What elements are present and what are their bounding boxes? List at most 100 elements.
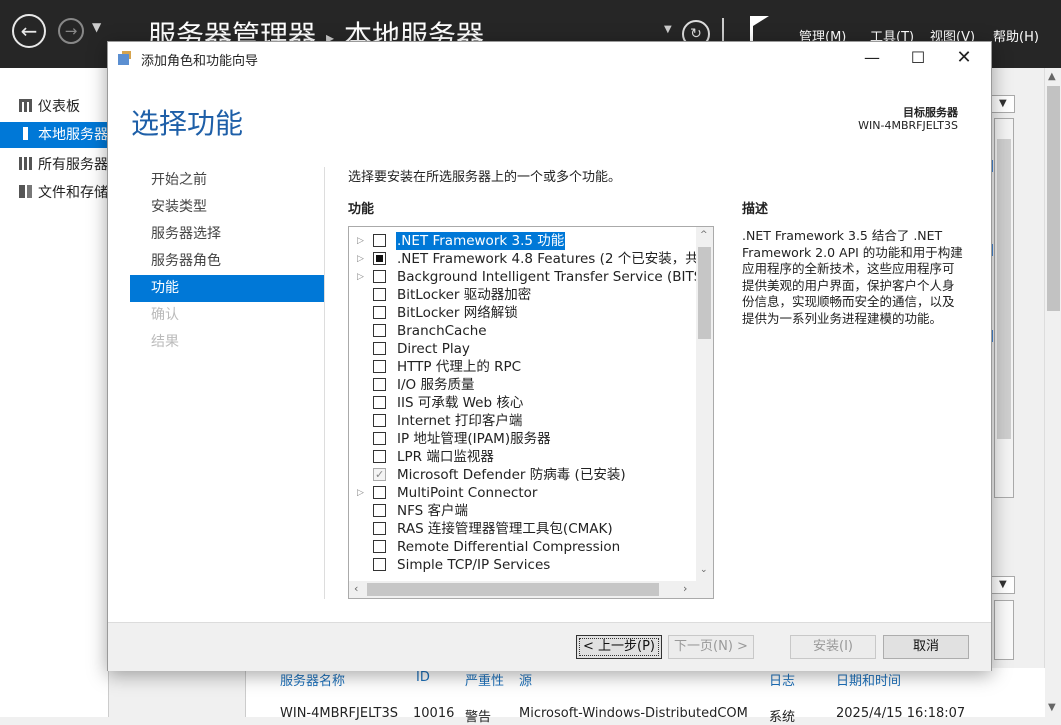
column-header-source[interactable]: 源 (519, 670, 532, 689)
scroll-right-icon[interactable]: › (683, 582, 687, 595)
feature-label[interactable]: LPR 端口监视器 (397, 448, 494, 466)
feature-row[interactable]: ▷ Background Intelligent Transfer Service… (349, 268, 708, 286)
back-button[interactable]: ← (12, 14, 46, 48)
column-header-id[interactable]: ID (416, 670, 430, 685)
feature-checkbox[interactable] (373, 270, 386, 283)
column-header-server-name[interactable]: 服务器名称 (280, 670, 345, 689)
features-horizontal-scrollbar[interactable]: ‹ › (349, 581, 697, 598)
next-button[interactable]: 下一页(N) > (668, 635, 754, 659)
feature-label[interactable]: Simple TCP/IP Services (397, 556, 550, 574)
feature-label[interactable]: Internet 打印客户端 (397, 412, 522, 430)
feature-label[interactable]: I/O 服务质量 (397, 376, 474, 394)
feature-checkbox[interactable] (373, 288, 386, 301)
forward-button[interactable]: → (58, 18, 84, 44)
events-tasks-dropdown[interactable]: ▼ (990, 576, 1015, 594)
feature-label[interactable]: Microsoft Defender 防病毒 (已安装) (397, 466, 626, 484)
feature-checkbox[interactable] (373, 414, 386, 427)
feature-label[interactable]: HTTP 代理上的 RPC (397, 358, 521, 376)
feature-label[interactable]: BitLocker 驱动器加密 (397, 286, 531, 304)
feature-checkbox[interactable] (373, 396, 386, 409)
feature-label[interactable]: NFS 客户端 (397, 502, 468, 520)
cancel-button[interactable]: 取消 (883, 635, 969, 659)
menu-help[interactable]: 帮助(H) (993, 26, 1039, 45)
feature-row[interactable]: BitLocker 驱动器加密 (349, 286, 697, 304)
feature-label[interactable]: BitLocker 网络解锁 (397, 304, 518, 322)
sidebar-item-all-servers[interactable]: 所有服务器 (0, 152, 108, 178)
feature-checkbox[interactable] (373, 324, 386, 337)
feature-checkbox[interactable] (373, 306, 386, 319)
scroll-up-icon[interactable]: ^ (700, 230, 708, 240)
feature-label[interactable]: .NET Framework 3.5 功能 (394, 231, 567, 251)
feature-row[interactable]: Remote Differential Compression (349, 538, 697, 556)
main-scrollbar-thumb[interactable] (1047, 86, 1060, 311)
feature-row[interactable]: NFS 客户端 (349, 502, 697, 520)
feature-checkbox[interactable] (373, 558, 386, 571)
previous-button[interactable]: < 上一步(P) (576, 635, 662, 659)
sidebar-item-file-storage[interactable]: 文件和存储服务 (0, 180, 108, 206)
column-header-datetime[interactable]: 日期和时间 (836, 670, 901, 689)
install-button[interactable]: 安装(I) (790, 635, 876, 659)
features-vertical-scrollbar[interactable]: ^ ⌄ (696, 227, 713, 581)
feature-row[interactable]: LPR 端口监视器 (349, 448, 697, 466)
feature-label[interactable]: RAS 连接管理器管理工具包(CMAK) (397, 520, 613, 538)
feature-label[interactable]: Direct Play (397, 340, 470, 358)
feature-checkbox[interactable] (373, 342, 386, 355)
column-header-log[interactable]: 日志 (769, 670, 795, 689)
features-tree[interactable]: ▷ .NET Framework 3.5 功能 ▷ .NET Framework 4.… (348, 226, 714, 599)
feature-label[interactable]: IP 地址管理(IPAM)服务器 (397, 430, 551, 448)
sidebar-item-dashboard[interactable]: 仪表板 (0, 94, 108, 120)
feature-label[interactable]: .NET Framework 4.8 Features (2 个已安装，共 7 (397, 250, 712, 268)
feature-row[interactable]: I/O 服务质量 (349, 376, 697, 394)
feature-row[interactable]: Simple TCP/IP Services (349, 556, 697, 574)
close-button[interactable]: ✕ (941, 42, 987, 74)
feature-row[interactable]: BranchCache (349, 322, 697, 340)
expand-arrow-icon[interactable]: ▷ (357, 250, 364, 268)
sidebar-item-local-server[interactable]: 本地服务器 (0, 122, 108, 148)
feature-row[interactable]: HTTP 代理上的 RPC (349, 358, 697, 376)
feature-row[interactable]: RAS 连接管理器管理工具包(CMAK) (349, 520, 697, 538)
feature-row[interactable]: IP 地址管理(IPAM)服务器 (349, 430, 697, 448)
wizard-titlebar[interactable]: 添加角色和功能向导 — ☐ ✕ (108, 42, 991, 74)
expand-arrow-icon[interactable]: ▷ (357, 484, 364, 502)
feature-checkbox[interactable] (373, 504, 386, 517)
expand-arrow-icon[interactable]: ▷ (357, 268, 364, 286)
main-scrollbar[interactable]: ▲ ▼ (1044, 68, 1061, 717)
scroll-left-icon[interactable]: ‹ (354, 582, 358, 595)
feature-row[interactable]: Direct Play (349, 340, 697, 358)
feature-row[interactable]: ▷ MultiPoint Connector (349, 484, 697, 502)
feature-checkbox[interactable] (373, 234, 386, 247)
feature-label[interactable]: MultiPoint Connector (397, 484, 537, 502)
feature-checkbox[interactable] (373, 252, 386, 265)
feature-row[interactable]: Internet 打印客户端 (349, 412, 697, 430)
history-dropdown-icon[interactable]: ▼ (92, 20, 101, 34)
feature-label[interactable]: IIS 可承载 Web 核心 (397, 394, 523, 412)
feature-row[interactable]: ▷ .NET Framework 3.5 功能 (349, 231, 697, 251)
feature-checkbox[interactable] (373, 378, 386, 391)
step-server-selection[interactable]: 服务器选择 (130, 221, 324, 248)
column-header-severity[interactable]: 严重性 (465, 670, 504, 689)
feature-checkbox[interactable] (373, 432, 386, 445)
feature-checkbox[interactable] (373, 360, 386, 373)
feature-row[interactable]: BitLocker 网络解锁 (349, 304, 697, 322)
feature-label[interactable]: Remote Differential Compression (397, 538, 620, 556)
expand-arrow-icon[interactable]: ▷ (357, 232, 364, 250)
properties-scrollbar[interactable] (994, 118, 1014, 498)
features-hscroll-thumb[interactable] (367, 583, 659, 596)
refresh-dropdown-icon[interactable]: ▼ (664, 24, 672, 35)
tasks-dropdown[interactable]: ▼ (990, 95, 1015, 113)
minimize-button[interactable]: — (849, 42, 895, 74)
feature-checkbox[interactable] (373, 540, 386, 553)
feature-row[interactable]: Microsoft Defender 防病毒 (已安装) (349, 466, 697, 484)
step-features[interactable]: 功能 (130, 275, 324, 302)
feature-label[interactable]: Background Intelligent Transfer Service … (397, 268, 708, 286)
feature-label[interactable]: BranchCache (397, 322, 487, 340)
feature-checkbox[interactable] (373, 522, 386, 535)
feature-checkbox[interactable] (373, 450, 386, 463)
step-server-roles[interactable]: 服务器角色 (130, 248, 324, 275)
scroll-down-icon[interactable]: ⌄ (700, 565, 708, 575)
maximize-button[interactable]: ☐ (895, 42, 941, 74)
feature-row[interactable]: IIS 可承载 Web 核心 (349, 394, 697, 412)
step-before-you-begin[interactable]: 开始之前 (130, 167, 324, 194)
features-scrollbar-thumb[interactable] (698, 247, 711, 339)
feature-checkbox[interactable] (373, 486, 386, 499)
